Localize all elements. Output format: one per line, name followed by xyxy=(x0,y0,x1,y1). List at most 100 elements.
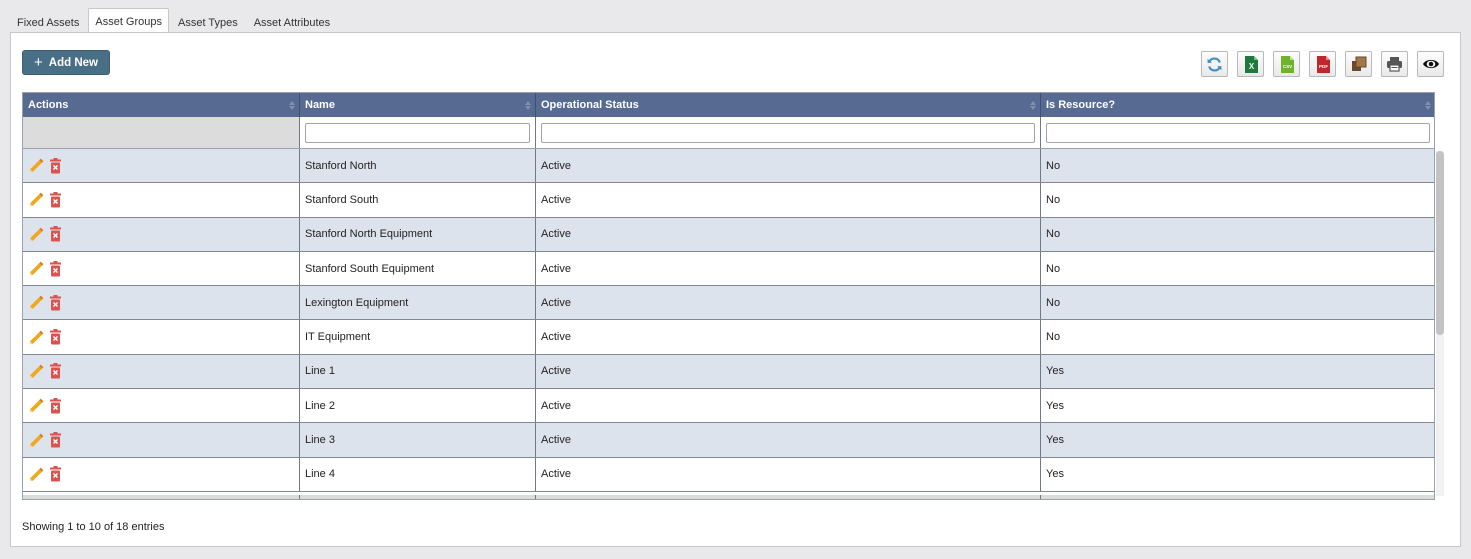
edit-button[interactable] xyxy=(28,363,45,380)
column-header-is-resource[interactable]: Is Resource? xyxy=(1041,93,1434,117)
delete-button[interactable] xyxy=(49,329,62,345)
sort-icon xyxy=(1425,100,1431,110)
refresh-button[interactable] xyxy=(1201,51,1228,77)
pencil-icon xyxy=(30,158,44,173)
delete-icon xyxy=(50,397,61,414)
name-cell: Line 3 xyxy=(300,423,536,457)
table-scrollbar[interactable] xyxy=(1436,151,1444,496)
refresh-icon xyxy=(1207,56,1222,72)
table-row[interactable]: IT Equipment Active No xyxy=(23,320,1434,355)
pencil-icon xyxy=(30,467,44,481)
tab-fixed-assets[interactable]: Fixed Assets xyxy=(10,11,86,33)
resource-filter-cell xyxy=(1041,117,1434,148)
export-excel-button[interactable]: X xyxy=(1237,51,1264,77)
delete-button[interactable] xyxy=(49,260,62,277)
column-header-actions[interactable]: Actions xyxy=(23,93,300,117)
asset-groups-table: Actions Name Operational Status Is Resou… xyxy=(22,92,1435,500)
status-filter-cell xyxy=(536,117,1041,148)
export-csv-button[interactable]: CSV xyxy=(1273,51,1300,77)
resource-cell: No xyxy=(1046,331,1061,344)
table-row[interactable]: Line 4 Active Yes xyxy=(23,457,1434,492)
pencil-icon xyxy=(30,364,44,378)
table-row[interactable]: Stanford North Active No xyxy=(23,149,1434,184)
row-actions xyxy=(23,251,300,286)
status-cell: Active xyxy=(536,183,1041,217)
pencil-icon xyxy=(30,295,44,310)
table-row[interactable]: Line 1 Active Yes xyxy=(23,354,1434,390)
table-row[interactable]: Stanford North Equipment Active No xyxy=(23,217,1434,252)
edit-button[interactable] xyxy=(28,226,45,243)
resource-cell: No xyxy=(1046,159,1061,172)
svg-text:X: X xyxy=(1248,62,1254,71)
copy-button[interactable] xyxy=(1345,51,1372,77)
tab-asset-groups[interactable]: Asset Groups xyxy=(88,8,169,34)
table-row[interactable]: Lexington Equipment Active No xyxy=(23,286,1434,321)
delete-button[interactable] xyxy=(49,226,62,242)
delete-icon xyxy=(50,157,61,174)
column-header-operational-status[interactable]: Operational Status xyxy=(536,93,1041,117)
column-visibility-button[interactable] xyxy=(1417,51,1444,77)
edit-button[interactable] xyxy=(28,432,45,449)
print-icon xyxy=(1387,57,1402,72)
edit-button[interactable] xyxy=(28,260,45,277)
row-actions xyxy=(23,423,300,457)
edit-button[interactable] xyxy=(28,466,45,483)
delete-button[interactable] xyxy=(49,432,62,448)
delete-icon xyxy=(50,294,61,311)
status-cell: Active xyxy=(536,251,1041,286)
export-pdf-button[interactable]: PDF xyxy=(1309,51,1336,77)
delete-icon xyxy=(50,260,61,277)
row-actions xyxy=(23,457,300,491)
delete-button[interactable] xyxy=(49,397,62,414)
print-button[interactable] xyxy=(1381,51,1408,77)
resource-cell: Yes xyxy=(1046,468,1064,481)
svg-text:PDF: PDF xyxy=(1319,64,1328,69)
partial-cell xyxy=(536,495,1041,499)
partial-cell xyxy=(1041,495,1434,499)
row-actions xyxy=(23,217,300,251)
table-row[interactable]: Line 2 Active Yes xyxy=(23,389,1434,424)
tab-asset-types[interactable]: Asset Types xyxy=(171,11,245,33)
row-actions xyxy=(23,149,300,183)
status-cell: Active xyxy=(536,457,1041,491)
table-row[interactable]: Stanford South Equipment Active No xyxy=(23,251,1434,287)
status-cell: Active xyxy=(536,286,1041,320)
csv-icon: CSV xyxy=(1280,55,1294,73)
pencil-icon xyxy=(30,330,44,344)
pencil-icon xyxy=(30,433,44,447)
asset-groups-panel: + Add New X CSV PDF Actions Name Operati… xyxy=(10,32,1461,547)
edit-button[interactable] xyxy=(28,191,45,208)
edit-button[interactable] xyxy=(28,329,45,346)
delete-button[interactable] xyxy=(49,363,62,379)
name-cell: Stanford North xyxy=(300,149,536,183)
edit-button[interactable] xyxy=(28,397,45,414)
resource-filter-input[interactable] xyxy=(1046,122,1430,143)
tab-asset-attributes[interactable]: Asset Attributes xyxy=(247,11,337,33)
scrollbar-thumb[interactable] xyxy=(1436,151,1444,335)
table-row-partial xyxy=(23,495,1434,499)
delete-button[interactable] xyxy=(49,191,62,208)
table-row[interactable]: Line 3 Active Yes xyxy=(23,423,1434,458)
name-filter-input[interactable] xyxy=(305,122,530,143)
actions-filter-cell xyxy=(23,117,300,148)
delete-button[interactable] xyxy=(49,294,62,311)
table-row[interactable]: Stanford South Active No xyxy=(23,183,1434,218)
delete-icon xyxy=(50,363,61,379)
excel-icon: X xyxy=(1244,55,1258,73)
table-body: Stanford North Active No Stanford South … xyxy=(23,149,1434,495)
delete-button[interactable] xyxy=(49,157,62,174)
partial-cell xyxy=(300,495,536,499)
column-header-name[interactable]: Name xyxy=(300,93,536,117)
edit-button[interactable] xyxy=(28,157,45,174)
edit-button[interactable] xyxy=(28,294,45,311)
column-header-label: Operational Status xyxy=(541,99,639,111)
status-filter-input[interactable] xyxy=(541,122,1035,143)
row-actions xyxy=(23,286,300,320)
svg-text:CSV: CSV xyxy=(1282,64,1291,69)
sort-icon xyxy=(289,100,295,110)
column-header-label: Actions xyxy=(28,99,69,111)
delete-button[interactable] xyxy=(49,466,62,482)
add-new-button[interactable]: + Add New xyxy=(22,50,110,75)
resource-cell: Yes xyxy=(1046,434,1064,447)
row-actions xyxy=(23,354,300,389)
